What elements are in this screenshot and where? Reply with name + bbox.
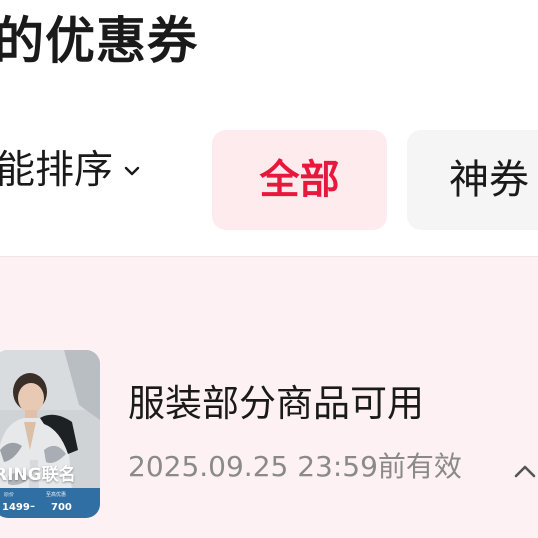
tab-god-coupons[interactable]: 神券 (407, 130, 538, 230)
tab-all[interactable]: 全部 (212, 130, 387, 230)
sort-dropdown[interactable]: 能排序 (0, 148, 143, 193)
thumbnail-separator: – (30, 501, 35, 512)
thumbnail-price-2: 700 (51, 502, 72, 513)
coupon-thumbnail[interactable]: RING联名 原价 至高优惠 1499 – 700 (0, 350, 100, 518)
coupon-page: 的优惠券 能排序 全部 神券 RING联名 原价 至高优惠 1499 – 700… (0, 0, 538, 538)
page-title: 的优惠券 (0, 12, 198, 70)
thumbnail-brand-text: RING联名 (0, 465, 76, 485)
chevron-up-icon[interactable] (512, 460, 538, 482)
sort-label: 能排序 (0, 148, 114, 193)
chevron-down-icon (124, 167, 140, 176)
thumbnail-price-strip: 原价 至高优惠 1499 – 700 (0, 488, 100, 518)
thumbnail-price-1: 1499 (2, 502, 30, 513)
thumbnail-label-2: 至高优惠 (46, 492, 67, 498)
coupon-name: 服装部分商品可用 (128, 382, 424, 425)
thumbnail-label-1: 原价 (4, 492, 15, 498)
tab-god-coupons-label: 神券 (449, 157, 529, 203)
coupon-validity: 2025.09.25 23:59前有效 (128, 450, 462, 483)
tab-all-label: 全部 (259, 157, 340, 203)
